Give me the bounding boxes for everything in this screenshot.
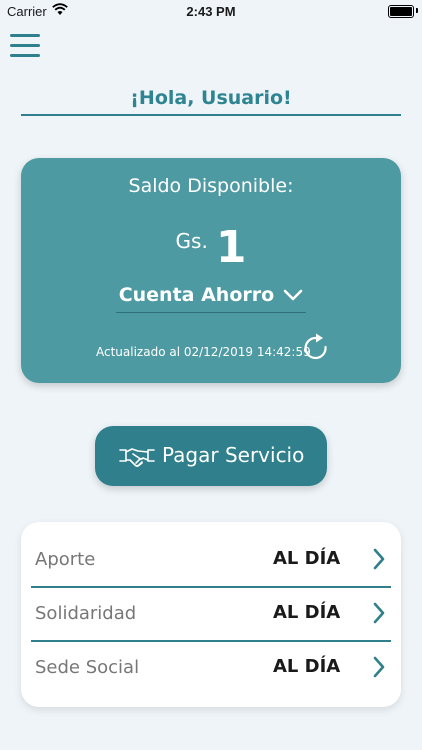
clock: 2:43 PM: [186, 4, 236, 19]
status-bar: Carrier 2:43 PM: [0, 0, 422, 22]
account-label: Cuenta Ahorro: [118, 284, 275, 306]
balance-label: Saldo Disponible:: [128, 175, 294, 197]
chevron-right-icon: [372, 547, 386, 575]
pay-service-label: Pagar Servicio: [162, 443, 305, 467]
row-label: Aporte: [35, 549, 96, 570]
row-status: AL DÍA: [273, 656, 341, 677]
contribution-status-card: Aporte AL DÍA Solidaridad AL DÍA Sede So…: [21, 522, 401, 707]
battery-tip: [416, 8, 418, 13]
status-row-aporte[interactable]: Aporte AL DÍA: [33, 534, 389, 586]
chevron-right-icon: [372, 601, 386, 629]
updated-timestamp: Actualizado al 02/12/2019 14:42:59: [96, 345, 311, 359]
handshake-icon: [119, 441, 155, 475]
chevron-right-icon: [372, 655, 386, 683]
balance-card: Saldo Disponible: Gs. 1 Cuenta Ahorro Act…: [21, 158, 401, 383]
menu-icon[interactable]: [10, 32, 40, 60]
currency-label: Gs.: [175, 229, 208, 253]
chevron-down-icon: [283, 286, 303, 305]
refresh-icon[interactable]: [303, 333, 331, 365]
row-label: Solidaridad: [35, 603, 137, 624]
row-status: AL DÍA: [273, 548, 341, 569]
amount-value: 1: [215, 222, 247, 273]
status-row-solidaridad[interactable]: Solidaridad AL DÍA: [33, 588, 389, 640]
pay-service-button[interactable]: Pagar Servicio: [95, 426, 327, 486]
status-row-sede-social[interactable]: Sede Social AL DÍA: [33, 642, 389, 694]
battery-icon: [388, 5, 414, 18]
greeting-title: ¡Hola, Usuario!: [21, 84, 401, 116]
row-label: Sede Social: [35, 657, 140, 678]
row-status: AL DÍA: [273, 602, 341, 623]
account-select[interactable]: Cuenta Ahorro: [116, 284, 306, 313]
balance-amount: Gs. 1: [21, 222, 401, 273]
